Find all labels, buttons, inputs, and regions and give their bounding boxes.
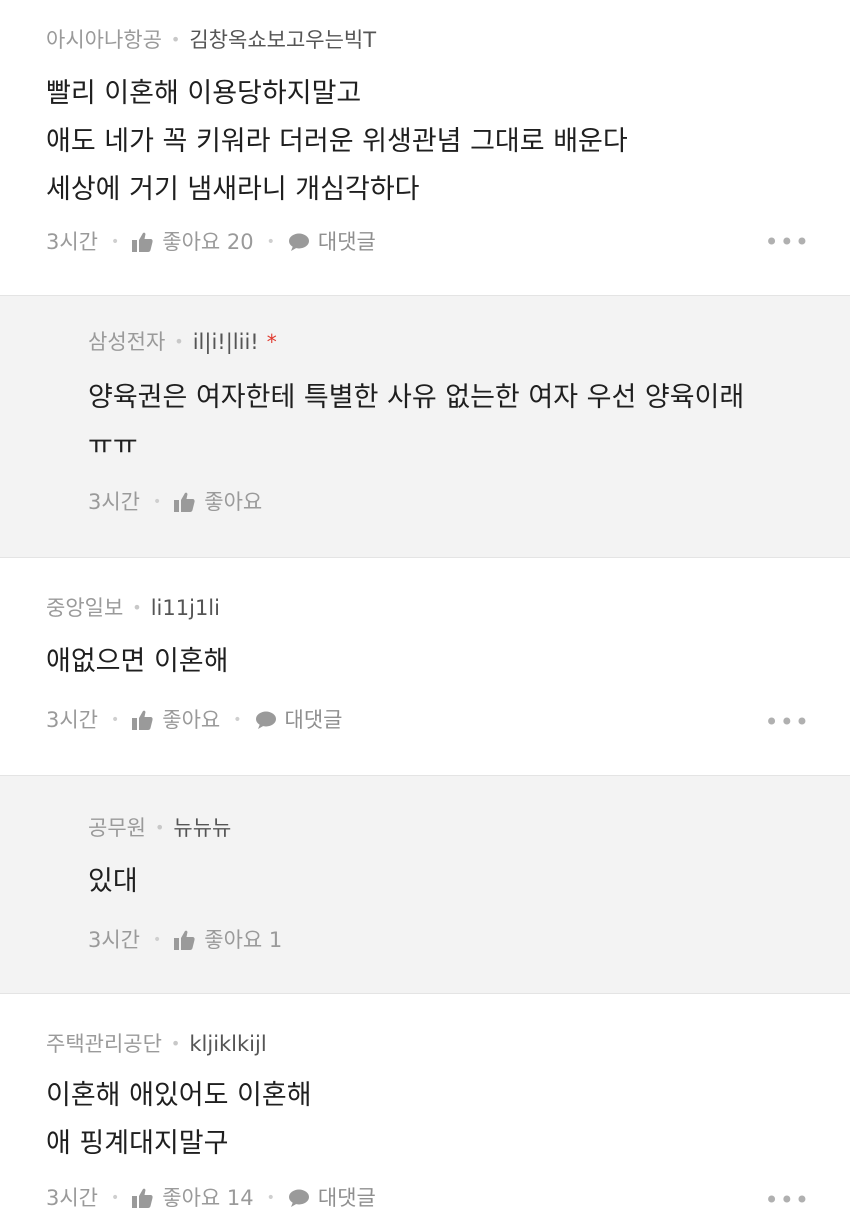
thumbs-up-icon — [174, 930, 195, 950]
comment-meta: 주택관리공단 • kljiklkijl — [46, 1030, 850, 1058]
comment-text-line: 애 핑계대지말구 — [46, 1128, 229, 1159]
thumbs-up-icon — [132, 232, 153, 252]
comment-body: 있대 — [88, 858, 850, 906]
like-button[interactable]: 좋아요 — [132, 706, 220, 734]
author-nickname[interactable]: 뉴뉴뉴 — [173, 814, 231, 842]
meta-separator: • — [174, 332, 184, 351]
comment-body: 양육권은 여자한테 특별한 사유 없는한 여자 우선 양육이래 ㅠㅠ — [88, 374, 850, 470]
comment-meta: 삼성전자 • il|i!|lii! * — [88, 328, 850, 356]
footer-separator: • — [111, 234, 120, 250]
speech-bubble-icon — [288, 233, 309, 251]
comment-meta: 공무원 • 뉴뉴뉴 — [88, 814, 850, 842]
footer-separator: • — [111, 712, 120, 728]
speech-bubble-icon — [255, 711, 276, 729]
more-options-icon[interactable]: ••• — [765, 1186, 810, 1214]
more-options-icon[interactable]: ••• — [765, 708, 810, 736]
like-button[interactable]: 좋아요 — [174, 488, 262, 516]
comment-text-line: 이혼해 애있어도 이혼해 — [46, 1080, 312, 1111]
thumbs-up-icon — [174, 492, 195, 512]
reply-label: 대댓글 — [317, 1186, 376, 1210]
comment: 아시아나항공 • 김창옥쇼보고우는빅T 빨리 이혼해 이용당하지말고 애도 네가… — [0, 0, 850, 295]
reply-comment: 공무원 • 뉴뉴뉴 있대 3시간 • 좋아요 1 — [0, 775, 850, 993]
author-nickname[interactable]: kljiklkijl — [189, 1030, 266, 1058]
like-label: 좋아요 20 — [162, 230, 254, 254]
comment-meta: 아시아나항공 • 김창옥쇼보고우는빅T — [46, 26, 850, 54]
thumbs-up-icon — [132, 710, 153, 730]
more-options-icon[interactable]: ••• — [765, 228, 810, 256]
reply-comment: 삼성전자 • il|i!|lii! * 양육권은 여자한테 특별한 사유 없는한… — [0, 295, 850, 557]
comment: 중앙일보 • li11j1li 애없으면 이혼해 3시간 • 좋아요 • 대댓글… — [0, 557, 850, 775]
like-label: 좋아요 14 — [162, 1186, 254, 1210]
footer-separator: • — [153, 932, 162, 948]
comment: 주택관리공단 • kljiklkijl 이혼해 애있어도 이혼해 애 핑계대지말… — [0, 993, 850, 1222]
comment-time: 3시간 — [46, 1186, 99, 1210]
like-label: 좋아요 — [204, 490, 263, 514]
author-nickname[interactable]: il|i!|lii! — [193, 328, 259, 356]
comment-text-line: ㅠㅠ — [88, 430, 138, 461]
footer-separator: • — [266, 1190, 275, 1206]
reply-button[interactable]: 대댓글 — [288, 1184, 376, 1212]
comment-body: 빨리 이혼해 이용당하지말고 애도 네가 꼭 키워라 더러운 위생관념 그대로 … — [46, 70, 850, 214]
speech-bubble-icon — [288, 1189, 309, 1207]
like-button[interactable]: 좋아요 20 — [132, 228, 254, 256]
comment-footer: 3시간 • 좋아요 • 대댓글 — [46, 706, 850, 734]
comment-text-line: 있대 — [88, 866, 138, 897]
like-button[interactable]: 좋아요 14 — [132, 1184, 254, 1212]
like-label: 좋아요 — [162, 708, 221, 732]
reply-button[interactable]: 대댓글 — [255, 706, 343, 734]
comment-time: 3시간 — [88, 928, 141, 952]
comment-footer: 3시간 • 좋아요 14 • 대댓글 — [46, 1184, 850, 1212]
footer-separator: • — [111, 1190, 120, 1206]
reply-label: 대댓글 — [317, 230, 376, 254]
comment-text-line: 빨리 이혼해 이용당하지말고 — [46, 78, 362, 109]
comment-time: 3시간 — [46, 230, 99, 254]
comment-time: 3시간 — [46, 708, 99, 732]
author-affiliation: 아시아나항공 — [46, 28, 162, 52]
footer-separator: • — [266, 234, 275, 250]
thumbs-up-icon — [132, 1188, 153, 1208]
footer-separator: • — [153, 494, 162, 510]
author-affiliation: 공무원 — [88, 816, 146, 840]
reply-label: 대댓글 — [284, 708, 343, 732]
like-label: 좋아요 1 — [204, 928, 283, 952]
meta-separator: • — [154, 818, 165, 837]
footer-separator: • — [233, 712, 242, 728]
reply-button[interactable]: 대댓글 — [288, 228, 376, 256]
author-nickname[interactable]: li11j1li — [151, 594, 220, 622]
comment-meta: 중앙일보 • li11j1li — [46, 594, 850, 622]
comment-footer: 3시간 • 좋아요 1 — [88, 926, 850, 954]
comment-text-line: 양육권은 여자한테 특별한 사유 없는한 여자 우선 양육이래 — [88, 382, 745, 413]
author-nickname[interactable]: 김창옥쇼보고우는빅T — [189, 26, 376, 54]
author-affiliation: 삼성전자 — [88, 330, 166, 354]
author-affiliation: 주택관리공단 — [46, 1032, 162, 1056]
comment-time: 3시간 — [88, 490, 141, 514]
author-affiliation: 중앙일보 — [46, 596, 124, 620]
comment-body: 이혼해 애있어도 이혼해 애 핑계대지말구 — [46, 1072, 850, 1168]
comment-body: 애없으면 이혼해 — [46, 638, 850, 686]
meta-separator: • — [132, 598, 142, 617]
comment-text-line: 애도 네가 꼭 키워라 더러운 위생관념 그대로 배운다 — [46, 126, 628, 157]
comment-text-line: 애없으면 이혼해 — [46, 646, 229, 677]
like-button[interactable]: 좋아요 1 — [174, 926, 282, 954]
comment-text-line: 세상에 거기 냄새라니 개심각하다 — [46, 174, 420, 205]
verified-mark: * — [266, 330, 277, 354]
meta-separator: • — [170, 1034, 181, 1053]
comment-footer: 3시간 • 좋아요 20 • 대댓글 — [46, 228, 850, 256]
comment-footer: 3시간 • 좋아요 — [88, 488, 850, 516]
meta-separator: • — [170, 30, 181, 49]
